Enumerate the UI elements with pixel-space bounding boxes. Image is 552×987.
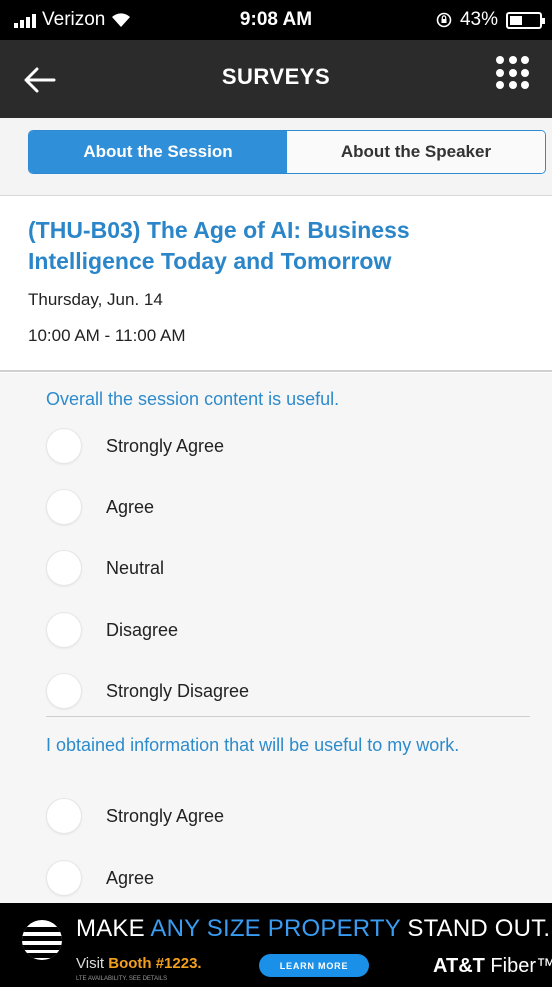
question-2-text: I obtained information that will be usef… — [46, 735, 460, 755]
grid-menu-icon — [496, 56, 504, 64]
option-label: Disagree — [106, 619, 179, 640]
ad-fine-print: LTE AVAILABILITY. SEE DETAILS — [76, 976, 168, 982]
ad-brand: AT&T Fiber™ — [433, 955, 552, 978]
radio-button[interactable] — [46, 428, 82, 464]
radio-button[interactable] — [46, 550, 82, 586]
question-divider — [46, 716, 530, 717]
radio-button[interactable] — [46, 612, 82, 648]
ad-headline-highlight: ANY SIZE PROPERTY — [150, 915, 401, 942]
battery-icon — [506, 11, 545, 29]
segmented-tabs: About the Session About the Speaker — [28, 130, 546, 174]
option-label: Agree — [106, 496, 155, 517]
ad-headline-pre: MAKE — [76, 915, 151, 942]
radio-button[interactable] — [46, 489, 82, 525]
nav-bar: SURVEYS — [0, 40, 552, 118]
option-label: Neutral — [106, 557, 165, 578]
battery-percent: 43% — [459, 9, 498, 30]
tab-about-speaker[interactable]: About the Speaker — [287, 131, 545, 173]
q1-option-disagree[interactable]: Disagree — [46, 610, 178, 650]
status-right: 43% — [436, 9, 545, 31]
q1-option-strongly-agree[interactable]: Strongly Agree — [46, 426, 224, 466]
ad-headline-post: STAND OUT. — [400, 915, 551, 942]
page-title: SURVEYS — [221, 64, 331, 89]
battery-fill — [510, 15, 523, 25]
tabs-area: About the Session About the Speaker — [0, 118, 552, 196]
question-1-text: Overall the session content is useful. — [46, 389, 340, 409]
ad-booth-pre: Visit — [76, 955, 109, 972]
option-label: Strongly Agree — [106, 435, 225, 456]
q1-option-agree[interactable]: Agree — [46, 487, 154, 527]
session-date: Thursday, Jun. 14 — [28, 290, 163, 309]
radio-button[interactable] — [46, 673, 82, 709]
ad-banner[interactable]: MAKE ANY SIZE PROPERTY STAND OUT. Visit … — [0, 903, 552, 987]
option-label: Strongly Agree — [106, 805, 225, 826]
ad-brand-rest: Fiber™ — [484, 955, 552, 977]
session-time: 10:00 AM - 11:00 AM — [28, 326, 186, 345]
option-label: Agree — [106, 867, 155, 888]
q1-option-neutral[interactable]: Neutral — [46, 548, 164, 588]
orientation-lock-icon — [436, 12, 452, 28]
session-header: (THU-B03) The Age of AI: Business Intell… — [0, 197, 552, 372]
q2-option-agree[interactable]: Agree — [46, 858, 154, 898]
att-globe-icon — [22, 920, 62, 960]
q1-option-strongly-disagree[interactable]: Strongly Disagree — [46, 671, 249, 711]
ad-booth-text: Visit Booth #1223. — [76, 955, 202, 972]
grid-menu-button[interactable] — [496, 56, 530, 90]
learn-more-button[interactable]: LEARN MORE — [259, 954, 369, 977]
ad-headline: MAKE ANY SIZE PROPERTY STAND OUT. — [76, 915, 550, 943]
option-label: Strongly Disagree — [106, 680, 250, 701]
q2-option-strongly-agree[interactable]: Strongly Agree — [46, 796, 224, 836]
ad-booth-number: Booth #1223. — [108, 955, 202, 972]
session-title: (THU-B03) The Age of AI: Business Intell… — [28, 217, 410, 274]
radio-button[interactable] — [46, 860, 82, 896]
status-bar: Verizon 9:08 AM 43% — [0, 0, 552, 40]
radio-button[interactable] — [46, 798, 82, 834]
survey-form: Overall the session content is useful. S… — [0, 373, 552, 903]
ad-brand-bold: AT&T — [433, 955, 485, 977]
tab-about-session[interactable]: About the Session — [29, 131, 287, 173]
